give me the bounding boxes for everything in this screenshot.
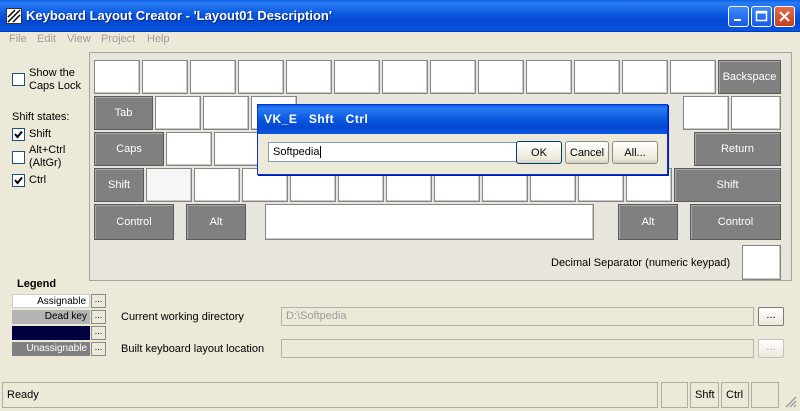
legend-title: Legend [17, 278, 57, 290]
legend-dark-swatch [12, 326, 90, 340]
key-return[interactable]: Return [694, 132, 781, 166]
key[interactable] [670, 60, 716, 94]
key-decimal-separator[interactable] [742, 245, 781, 280]
key[interactable] [238, 60, 284, 94]
key[interactable] [574, 60, 620, 94]
checkmark-icon [14, 130, 23, 139]
shift-states-label: Shift states: [12, 111, 70, 123]
key-shift-right[interactable]: Shift [674, 168, 781, 202]
resize-grip-icon[interactable] [783, 394, 797, 408]
shift-label: Shift [29, 128, 52, 140]
key-shift-left[interactable]: Shift [94, 168, 144, 202]
build-location-label: Built keyboard layout location [121, 343, 265, 355]
maximize-button[interactable] [751, 6, 772, 27]
key[interactable] [286, 60, 332, 94]
key[interactable] [194, 168, 240, 202]
status-bar: Ready Shft Ctrl [0, 380, 800, 411]
key[interactable] [382, 60, 428, 94]
key-alt-right[interactable]: Alt [618, 204, 678, 240]
key-value-input[interactable]: Softpedia​ [268, 142, 517, 162]
status-alt [751, 382, 779, 408]
status-empty-pane [661, 382, 688, 408]
key-tab[interactable]: Tab [94, 96, 153, 130]
key-backspace[interactable]: Backspace [718, 60, 781, 94]
key[interactable] [214, 132, 260, 166]
checkmark-icon [14, 176, 23, 185]
ctrl-checkbox[interactable] [12, 174, 25, 187]
key-control-left[interactable]: Control [94, 204, 174, 240]
key[interactable] [731, 96, 781, 130]
key[interactable] [334, 60, 380, 94]
key[interactable] [430, 60, 476, 94]
ctrl-label: Ctrl [29, 174, 47, 186]
key-value-text: Softpedia [273, 146, 320, 158]
key-control-right[interactable]: Control [690, 204, 781, 240]
menu-help[interactable]: Help [147, 33, 170, 45]
legend-assignable-button[interactable]: ... [91, 294, 106, 308]
key[interactable] [190, 60, 236, 94]
key[interactable] [683, 96, 729, 130]
dialog-title: VK_E Shft Ctrl [264, 112, 369, 126]
cancel-button[interactable]: Cancel [565, 141, 609, 164]
working-dir-field[interactable]: D:\Softpedia [281, 307, 754, 326]
menu-file[interactable]: File [9, 33, 27, 45]
key[interactable] [203, 96, 249, 130]
minimize-button[interactable] [728, 6, 749, 27]
key[interactable] [166, 132, 212, 166]
ok-button[interactable]: OK [516, 141, 562, 164]
legend-unassignable-button[interactable]: ... [91, 342, 106, 356]
keyboard-app-icon [6, 8, 22, 24]
menu-view[interactable]: View [67, 33, 91, 45]
key[interactable] [622, 60, 668, 94]
key[interactable] [146, 168, 192, 202]
window-title: Keyboard Layout Creator - 'Layout01 Desc… [26, 8, 332, 23]
legend-dead-key-button[interactable]: ... [91, 310, 106, 324]
shift-checkbox[interactable] [12, 128, 25, 141]
show-caps-lock-checkbox[interactable] [12, 73, 25, 86]
key[interactable] [155, 96, 201, 130]
show-caps-lock-label: Show the Caps Lock [29, 67, 81, 92]
all-button[interactable]: All... [612, 141, 658, 164]
menu-project[interactable]: Project [101, 33, 135, 45]
legend-assignable: Assignable [12, 294, 90, 308]
decimal-separator-label: Decimal Separator (numeric keypad) [551, 257, 731, 269]
title-bar[interactable]: Keyboard Layout Creator - 'Layout01 Desc… [0, 0, 800, 32]
key-alt-left[interactable]: Alt [186, 204, 246, 240]
key-space[interactable] [265, 204, 594, 240]
build-location-field[interactable] [281, 339, 754, 358]
menu-bar: File Edit View Project Help [0, 32, 800, 48]
dialog-title-bar[interactable]: VK_E Shft Ctrl [258, 105, 667, 134]
status-text: Ready [2, 382, 658, 408]
menu-edit[interactable]: Edit [37, 33, 56, 45]
legend-dead-key: Dead key [12, 310, 90, 324]
working-dir-label: Current working directory [121, 311, 244, 323]
key[interactable] [526, 60, 572, 94]
status-ctrl: Ctrl [721, 382, 749, 408]
legend-dark-button[interactable]: ... [91, 326, 106, 340]
key[interactable] [142, 60, 188, 94]
working-dir-browse-button[interactable]: ... [758, 307, 784, 326]
key-edit-dialog: VK_E Shft Ctrl Softpedia​ OK Cancel All.… [257, 104, 668, 175]
close-button[interactable] [774, 6, 795, 27]
key-caps[interactable]: Caps [94, 132, 164, 166]
key[interactable] [478, 60, 524, 94]
text-cursor: ​ [320, 146, 322, 158]
legend-unassignable: Unassignable [12, 342, 90, 356]
build-location-browse-button[interactable]: ... [758, 339, 784, 358]
key[interactable] [94, 60, 140, 94]
altgr-label: Alt+Ctrl (AltGr) [29, 144, 66, 169]
altgr-checkbox[interactable] [12, 151, 25, 164]
status-shift: Shft [690, 382, 719, 408]
